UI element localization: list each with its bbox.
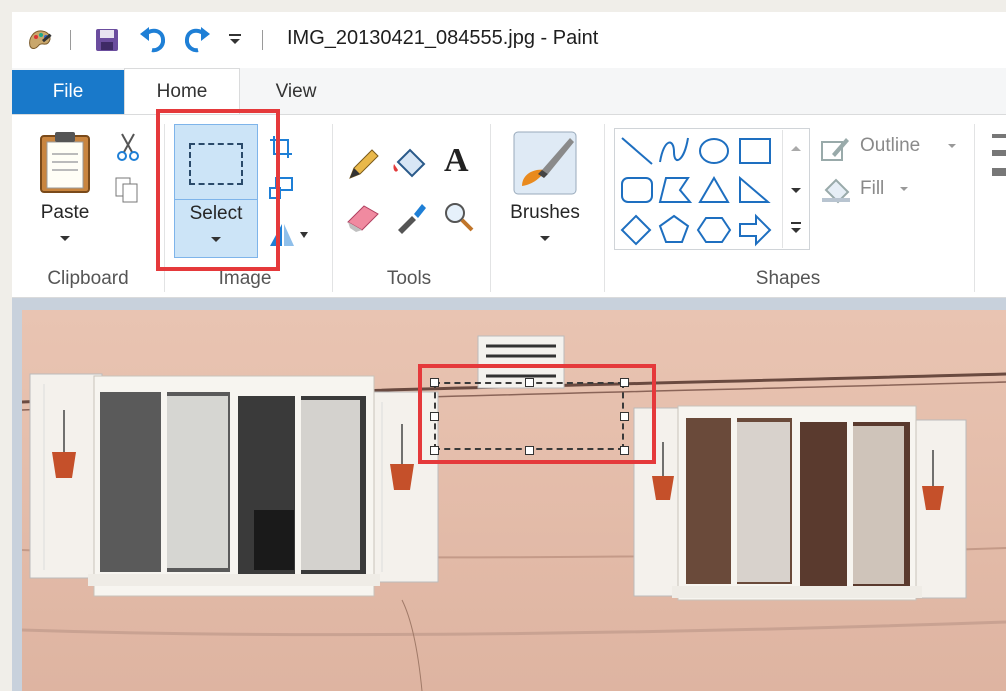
size-icon[interactable] — [992, 134, 1006, 190]
fill-icon[interactable] — [820, 178, 852, 204]
brushes-icon[interactable] — [512, 130, 578, 196]
paste-dropdown-arrow[interactable] — [60, 236, 70, 241]
paste-icon[interactable] — [38, 130, 92, 194]
group-label-image: Image — [218, 268, 272, 289]
tab-file[interactable]: File — [12, 70, 124, 114]
text-tool-icon[interactable]: A — [444, 142, 469, 180]
color-picker-icon[interactable] — [394, 200, 428, 234]
pentagon-shape-icon — [658, 214, 690, 243]
diamond-shape-icon — [620, 214, 652, 246]
window-title: IMG_20130421_084555.jpg - Paint — [287, 27, 599, 49]
highlight-selection-area — [418, 364, 656, 464]
ribbon-tabs: File Home View — [12, 68, 1006, 114]
fill-button-label[interactable]: Fill — [860, 178, 884, 200]
triangle-shape-icon — [698, 176, 730, 203]
shapes-more-icon[interactable] — [791, 222, 801, 224]
tab-view[interactable]: View — [240, 70, 352, 114]
magnifier-icon[interactable] — [442, 200, 476, 234]
customize-dropdown-icon[interactable] — [228, 32, 242, 46]
arrow-shape-icon — [739, 213, 772, 247]
redo-icon[interactable] — [182, 24, 212, 54]
paste-button-label[interactable]: Paste — [36, 202, 94, 224]
copy-icon[interactable] — [114, 176, 140, 204]
undo-icon[interactable] — [138, 24, 168, 54]
tab-home[interactable]: Home — [124, 68, 240, 114]
fill-bucket-icon[interactable] — [390, 144, 428, 182]
rectangle-shape-icon — [739, 138, 771, 164]
rounded-rectangle-shape-icon — [621, 177, 653, 203]
highlight-select-button — [156, 109, 280, 271]
oval-shape-icon — [699, 138, 729, 164]
outline-icon[interactable] — [820, 136, 850, 162]
group-label-tools: Tools — [386, 268, 432, 289]
outline-dropdown-arrow[interactable] — [948, 144, 956, 148]
brushes-dropdown-arrow[interactable] — [540, 236, 550, 241]
eraser-icon[interactable] — [344, 200, 382, 234]
hexagon-shape-icon — [696, 217, 732, 243]
shapes-scroll-up-icon[interactable] — [791, 146, 801, 151]
line-shape-icon — [621, 137, 653, 165]
group-label-clipboard: Clipboard — [47, 268, 129, 289]
save-icon[interactable] — [94, 27, 120, 53]
group-label-shapes: Shapes — [755, 268, 821, 289]
cut-icon[interactable] — [116, 132, 140, 162]
fill-dropdown-arrow[interactable] — [900, 187, 908, 191]
curve-shape-icon — [659, 137, 689, 163]
shapes-scroll-down-icon[interactable] — [791, 188, 801, 193]
title-bar: IMG_20130421_084555.jpg - Paint — [12, 12, 1006, 68]
outline-button-label[interactable]: Outline — [860, 135, 920, 157]
right-triangle-shape-icon — [739, 175, 771, 203]
paint-app-icon[interactable] — [26, 26, 54, 54]
polygon-shape-icon — [658, 177, 693, 203]
shapes-gallery-icons — [620, 137, 772, 247]
pencil-icon[interactable] — [346, 148, 380, 182]
shapes-scrollbar[interactable] — [782, 130, 808, 248]
brushes-button-label[interactable]: Brushes — [500, 202, 590, 224]
